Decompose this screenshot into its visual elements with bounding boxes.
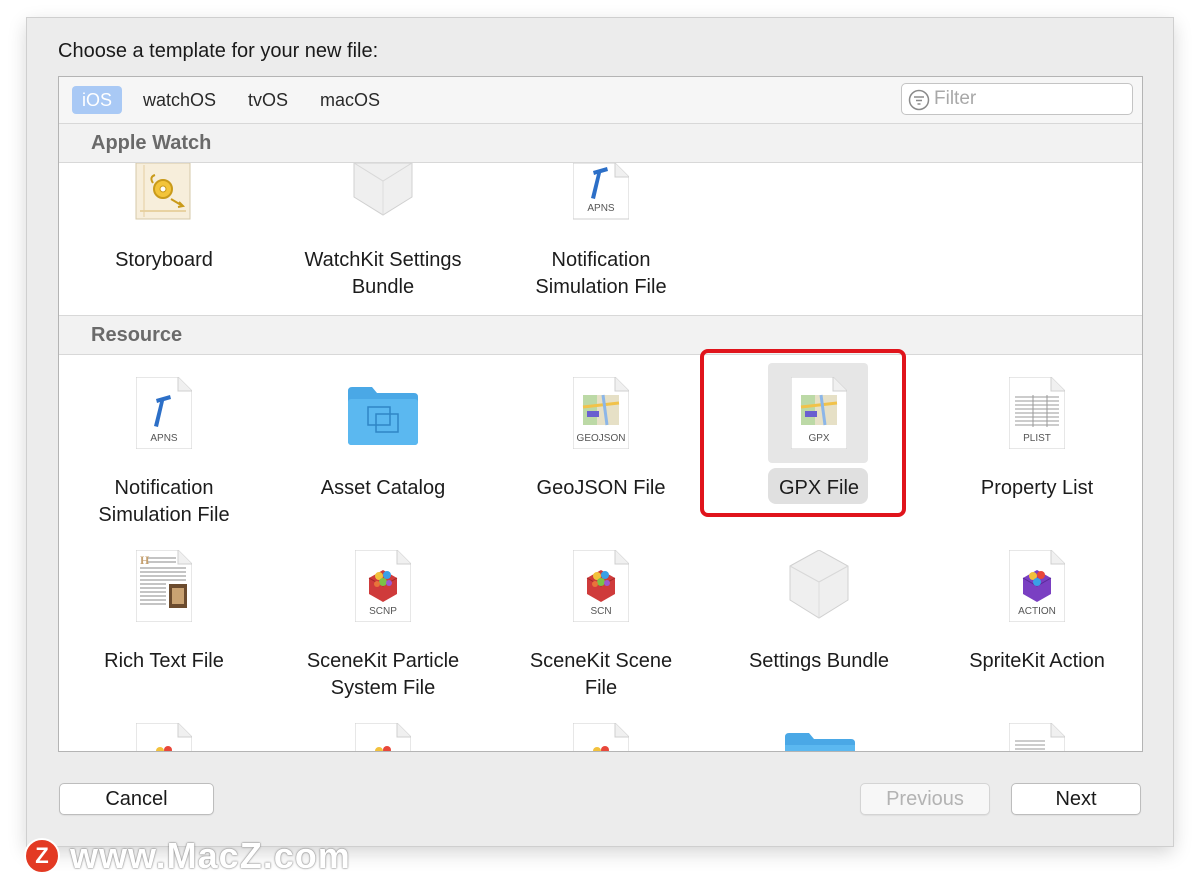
lego-brick-icon bbox=[353, 163, 413, 216]
template-notification-simulation-file[interactable]: APNS Notification Simulation File bbox=[59, 377, 269, 537]
template-label: Settings Bundle bbox=[748, 650, 890, 672]
template-label: SceneKit Scene File bbox=[529, 650, 673, 699]
dialog-prompt: Choose a template for your new file: bbox=[58, 40, 379, 62]
file-tag: PLIST bbox=[1023, 433, 1051, 444]
blue-folder-icon-partial bbox=[785, 733, 855, 751]
template-label: SpriteKit Action bbox=[969, 650, 1105, 672]
annotation-highlight-box bbox=[700, 349, 906, 517]
template-spritekit-action[interactable]: ACTION SpriteKit Action bbox=[932, 550, 1142, 710]
template-geojson-file[interactable]: GEOJSON GeoJSON File bbox=[496, 377, 706, 537]
previous-button[interactable]: Previous bbox=[860, 783, 990, 815]
watermark-logo-icon: Z bbox=[24, 838, 60, 874]
template-label: Storyboard bbox=[115, 249, 213, 271]
platform-bar: iOS watchOS tvOS macOS bbox=[59, 77, 1142, 124]
new-file-dialog: Choose a template for your new file: iOS… bbox=[27, 18, 1173, 846]
template-label: Property List bbox=[980, 477, 1094, 499]
section-header-apple-watch: Apple Watch bbox=[59, 123, 1142, 163]
template-settings-bundle[interactable]: Settings Bundle bbox=[714, 550, 924, 710]
file-tag: SCNP bbox=[369, 606, 397, 617]
template-label: WatchKit Settings Bundle bbox=[304, 249, 462, 298]
tab-macos[interactable]: macOS bbox=[310, 86, 390, 114]
template-label: Rich Text File bbox=[104, 650, 224, 672]
template-scenekit-particle-system-file[interactable]: SCNP SceneKit Particle System File bbox=[278, 550, 488, 710]
file-tag: SCN bbox=[590, 606, 612, 617]
next-button[interactable]: Next bbox=[1011, 783, 1141, 815]
file-icon-partial bbox=[573, 723, 629, 751]
tab-watchos[interactable]: watchOS bbox=[133, 86, 226, 114]
blue-folder-icon bbox=[348, 387, 418, 445]
template-watchkit-settings-bundle[interactable]: WatchKit Settings Bundle bbox=[278, 163, 488, 313]
template-label: GeoJSON File bbox=[536, 477, 666, 499]
file-icon-partial bbox=[355, 723, 411, 751]
file-tag: ACTION bbox=[1018, 606, 1056, 617]
filter-input[interactable] bbox=[934, 86, 1124, 112]
filter-field[interactable] bbox=[901, 83, 1133, 115]
cancel-button[interactable]: Cancel bbox=[59, 783, 214, 815]
svg-text:H: H bbox=[140, 553, 150, 567]
file-tag: GEOJSON bbox=[576, 433, 626, 444]
template-scenekit-scene-file[interactable]: SCN SceneKit Scene File bbox=[496, 550, 706, 710]
file-tag: APNS bbox=[150, 433, 178, 444]
filter-icon bbox=[908, 89, 930, 111]
watermark-text: www.MacZ.com bbox=[70, 835, 351, 876]
section-title: Resource bbox=[91, 324, 183, 346]
file-tag: APNS bbox=[587, 203, 615, 214]
template-label: Notification Simulation File bbox=[535, 249, 667, 298]
template-panel: iOS watchOS tvOS macOS Apple Watch bbox=[58, 76, 1143, 752]
template-property-list[interactable]: PLIST Property List bbox=[932, 377, 1142, 537]
template-notification-simulation-file-watch[interactable]: APNS Notification Simulation File bbox=[496, 163, 706, 313]
template-label: SceneKit Particle System File bbox=[306, 650, 460, 699]
template-label: Notification Simulation File bbox=[98, 477, 230, 526]
file-icon-partial bbox=[136, 723, 192, 751]
template-storyboard[interactable]: Storyboard bbox=[59, 163, 269, 313]
template-label: Asset Catalog bbox=[320, 477, 446, 499]
rich-text-file-icon: H bbox=[136, 550, 192, 622]
file-icon-partial bbox=[1009, 723, 1065, 751]
lego-brick-icon bbox=[789, 550, 849, 619]
tab-tvos[interactable]: tvOS bbox=[238, 86, 298, 114]
storyboard-icon bbox=[135, 163, 191, 220]
template-rich-text-file[interactable]: H Rich Text File bbox=[59, 550, 269, 710]
section-title: Apple Watch bbox=[91, 132, 212, 154]
template-asset-catalog[interactable]: Asset Catalog bbox=[278, 377, 488, 537]
tab-ios[interactable]: iOS bbox=[72, 86, 123, 114]
section-header-resource: Resource bbox=[59, 315, 1142, 355]
